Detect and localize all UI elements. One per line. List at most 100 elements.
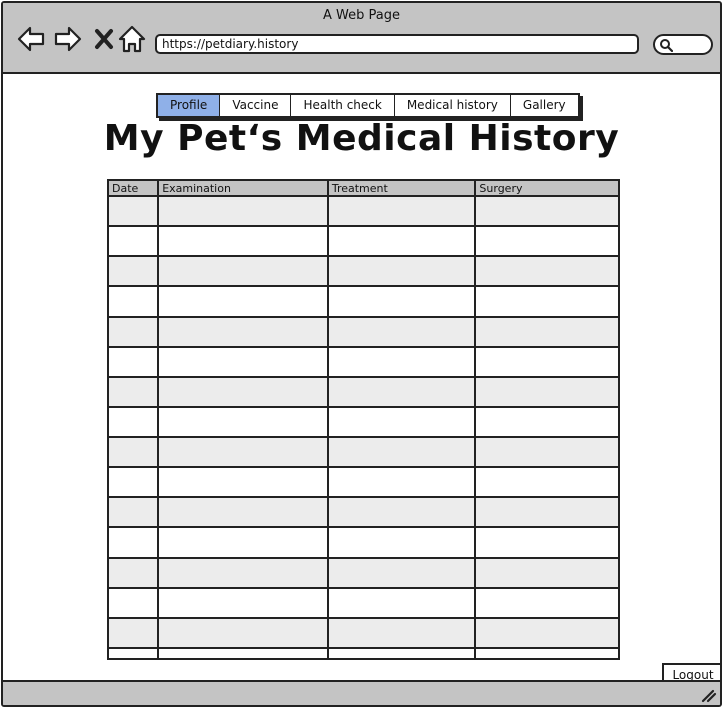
table-cell-surgery[interactable] (475, 648, 619, 659)
table-cell-surgery[interactable] (475, 617, 619, 649)
table-cell-examination[interactable] (158, 647, 329, 659)
table-cell-date[interactable] (108, 617, 160, 649)
table-cell-examination[interactable] (158, 557, 329, 589)
table-cell-examination[interactable] (158, 437, 329, 469)
table-cell-treatment[interactable] (327, 527, 477, 559)
table-cell-treatment[interactable] (327, 497, 477, 529)
table-row (108, 346, 619, 378)
table-cell-examination[interactable] (158, 226, 329, 258)
back-button[interactable] (16, 25, 46, 53)
table-cell-examination[interactable] (158, 527, 329, 559)
table-cell-surgery[interactable] (475, 376, 619, 408)
table-header-row: Date Examination Treatment Surgery (108, 180, 619, 197)
table-cell-examination[interactable] (158, 467, 329, 499)
table-cell-date[interactable] (108, 647, 160, 659)
table-cell-treatment[interactable] (327, 346, 477, 378)
table-cell-date[interactable] (108, 226, 160, 258)
table-cell-treatment[interactable] (327, 256, 477, 288)
table-cell-surgery[interactable] (475, 497, 619, 529)
address-bar[interactable]: https://petdiary.history (155, 34, 639, 54)
table-row (108, 437, 619, 469)
table-cell-examination[interactable] (158, 196, 329, 228)
home-icon (118, 25, 146, 53)
arrow-left-icon (17, 26, 45, 52)
table-cell-treatment[interactable] (327, 286, 477, 318)
search-field[interactable] (653, 34, 713, 55)
table-cell-surgery[interactable] (475, 316, 619, 348)
table-cell-date[interactable] (108, 437, 160, 469)
table-cell-examination[interactable] (158, 346, 329, 378)
table-cell-treatment[interactable] (327, 437, 477, 469)
table-cell-treatment[interactable] (327, 226, 477, 258)
table-cell-examination[interactable] (158, 286, 329, 318)
table-cell-examination[interactable] (158, 376, 329, 408)
table-cell-examination[interactable] (158, 587, 329, 619)
table-cell-date[interactable] (108, 527, 160, 559)
table-cell-surgery[interactable] (475, 256, 619, 288)
stop-button[interactable] (89, 25, 119, 53)
arrow-right-icon (54, 26, 82, 52)
tab-medical-history[interactable]: Medical history (395, 95, 511, 116)
close-icon (95, 29, 113, 49)
resize-grip-icon[interactable] (699, 687, 717, 703)
table-row (108, 316, 619, 348)
table-row (108, 406, 619, 439)
table-cell-treatment[interactable] (327, 467, 477, 499)
table-cell-treatment[interactable] (327, 406, 477, 439)
table-cell-examination[interactable] (158, 316, 329, 348)
table-cell-surgery[interactable] (475, 406, 619, 439)
table-body (108, 196, 619, 659)
table-cell-treatment[interactable] (327, 196, 477, 228)
column-header-date[interactable]: Date (108, 180, 160, 197)
table-cell-date[interactable] (108, 467, 160, 499)
search-icon (660, 38, 673, 52)
tab-health-check[interactable]: Health check (291, 95, 395, 116)
table-cell-surgery[interactable] (475, 587, 619, 619)
table-cell-treatment[interactable] (327, 617, 477, 649)
column-header-examination[interactable]: Examination (158, 180, 329, 197)
column-header-treatment[interactable]: Treatment (327, 180, 477, 197)
page-title: My Pet‘s Medical History (103, 118, 620, 159)
tab-vaccine[interactable]: Vaccine (220, 95, 292, 116)
medical-history-table: Date Examination Treatment Surgery (107, 179, 620, 660)
table-row (108, 467, 619, 499)
table-cell-surgery[interactable] (475, 196, 619, 228)
table-cell-examination[interactable] (158, 256, 329, 288)
table-cell-surgery[interactable] (475, 346, 619, 378)
table-cell-treatment[interactable] (327, 647, 477, 659)
table-cell-treatment[interactable] (327, 316, 477, 348)
table-cell-date[interactable] (108, 587, 160, 619)
table-cell-date[interactable] (108, 376, 160, 408)
table-cell-surgery[interactable] (475, 286, 619, 318)
table-row (108, 557, 619, 589)
table-cell-date[interactable] (108, 196, 160, 228)
table-cell-date[interactable] (108, 406, 160, 439)
table-cell-surgery[interactable] (475, 437, 619, 469)
browser-window: A Web Page https://petdiary.history Prof… (1, 1, 722, 707)
table-cell-date[interactable] (108, 286, 160, 318)
table-cell-surgery[interactable] (475, 226, 619, 258)
table-row (108, 527, 619, 559)
table-cell-surgery[interactable] (475, 527, 619, 559)
forward-button[interactable] (53, 25, 83, 53)
column-header-surgery[interactable]: Surgery (475, 180, 619, 197)
table-cell-date[interactable] (108, 497, 160, 529)
table-row (108, 587, 619, 619)
table-cell-date[interactable] (108, 557, 160, 589)
table-cell-examination[interactable] (158, 497, 329, 529)
tab-gallery[interactable]: Gallery (511, 95, 578, 116)
table-cell-examination[interactable] (158, 406, 329, 439)
tab-profile[interactable]: Profile (158, 95, 221, 116)
table-cell-examination[interactable] (158, 617, 329, 649)
table-cell-date[interactable] (108, 316, 160, 348)
table-cell-date[interactable] (108, 346, 160, 378)
table-row (108, 497, 619, 529)
table-cell-surgery[interactable] (475, 557, 619, 589)
table-cell-treatment[interactable] (327, 557, 477, 589)
table-cell-surgery[interactable] (475, 467, 619, 499)
table-cell-treatment[interactable] (327, 376, 477, 408)
home-button[interactable] (117, 25, 147, 53)
window-title: A Web Page (323, 8, 400, 23)
table-cell-date[interactable] (108, 256, 160, 288)
table-cell-treatment[interactable] (327, 587, 477, 619)
